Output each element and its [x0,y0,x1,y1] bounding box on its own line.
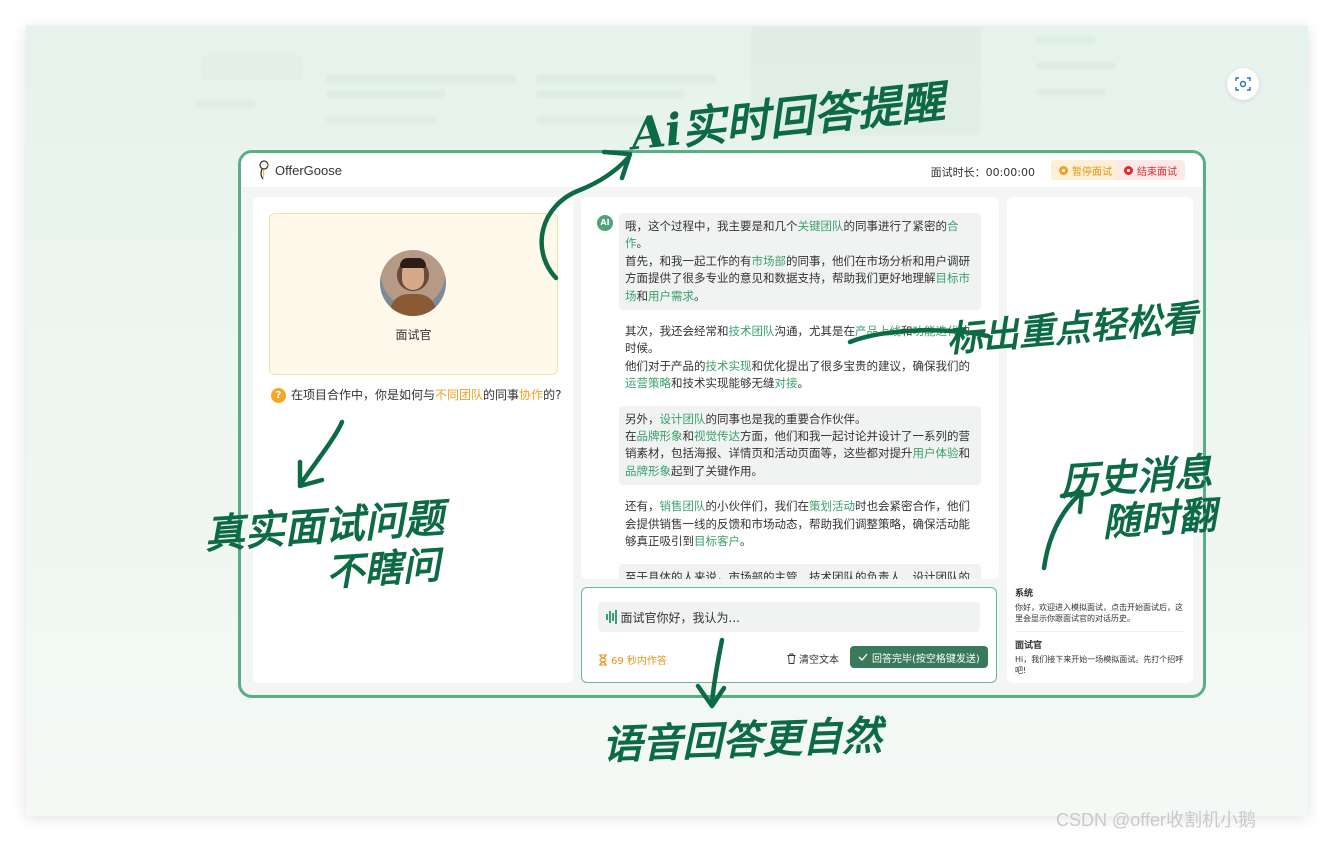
annotation-real-question-2: 不瞎问 [324,542,442,595]
question-text-1: 在项目合作中，你是如何与 [291,388,436,402]
app-logo: OfferGoose [257,160,342,180]
history-item-title: 面试官 [1015,641,1043,651]
ai-icon: AI [597,215,613,231]
top-bar: OfferGoose 面试时长：00:00:00 暂停面试 结束面试 [241,153,1203,187]
highlighted-keyword: 策划活动 [809,499,855,514]
interview-window: OfferGoose 面试时长：00:00:00 暂停面试 结束面试 面试官 ?… [238,150,1206,698]
history-item-text: Hi，我们接下来开始一场模拟面试。先打个招呼吧! [1015,655,1184,675]
question-keyword: 协作 [519,388,544,402]
current-question: ? 在项目合作中，你是如何与不同团队的同事协作的? [271,387,581,404]
goose-logo-icon [259,160,271,180]
highlighted-keyword: 设计团队 [659,411,706,426]
annotation-history-2: 随时翻 [1100,492,1218,545]
highlighted-keyword: 技术团队 [728,324,775,339]
history-item-text: 你好，欢迎进入模拟面试，点击开始面试后，这里会显示你跟面试官的对话历史。 [1015,603,1183,623]
history-item: 系统 你好，欢迎进入模拟面试，点击开始面试后，这里会显示你跟面试官的对话历史。 [1015,589,1185,624]
highlighted-keyword: 品牌形象 [625,463,671,478]
voice-answer-panel: 面试官你好，我认为... 69 秒内作答 清空文本 回答完毕(按空格键发送) [581,587,997,683]
highlighted-keyword: 品牌形象 [636,429,683,444]
submit-answer-button[interactable]: 回答完毕(按空格键发送) [850,646,988,668]
end-label: 结束面试 [1137,166,1177,178]
ai-answer-paragraph: 其次，我还会经常和技术团队沟通，尤其是在产品上线和功能迭代的时候。 他们对于产品的… [625,324,970,391]
question-text-2: 的同事 [483,388,520,402]
pause-icon [1059,165,1068,175]
highlighted-keyword: 对接 [774,376,798,391]
voice-wave-icon [606,610,617,624]
history-panel[interactable]: 系统 你好，欢迎进入模拟面试，点击开始面试后，这里会显示你跟面试官的对话历史。 … [1007,197,1193,683]
annotation-voice: 语音回答更自然 [601,712,883,769]
scan-icon [1235,77,1251,91]
interview-timer: 面试时长：00:00:00 [930,166,1035,179]
question-keyword: 不同团队 [435,388,484,402]
answer-text: 面试官你好，我认为... [620,610,740,625]
history-item-title: 系统 [1015,589,1034,599]
highlighted-keyword: 运营策略 [625,376,671,391]
highlighted-keyword: 关键团队 [797,219,844,233]
history-divider [1015,631,1185,632]
app-name: OfferGoose [275,162,342,178]
pause-interview-button[interactable]: 暂停面试 [1051,160,1120,180]
ai-answer-list: 哦，这个过程中，我主要是和几个关键团队的同事进行了紧密的合作。 首先，和我一起工作… [619,213,981,579]
end-interview-button[interactable]: 结束面试 [1116,160,1185,180]
trash-icon [787,653,796,664]
check-icon [858,653,868,661]
question-icon: ? [271,388,286,403]
ai-answer-panel[interactable]: AI 哦，这个过程中，我主要是和几个关键团队的同事进行了紧密的合作。 首先，和我一… [581,197,999,579]
submit-label: 回答完毕(按空格键发送) [872,653,980,665]
highlighted-keyword: 合作 [625,219,959,251]
ai-answer-paragraph: 至于具体的人来说，市场部的主管、技术团队的负责人、设计团队的美术设计师以及销售团… [619,563,981,579]
highlighted-keyword: 用户体验 [912,446,959,461]
highlighted-keyword: 视觉传达 [694,429,740,444]
highlighted-keyword: 技术实现 [705,358,752,373]
clear-text-button[interactable]: 清空文本 [787,651,839,666]
interviewer-panel: 面试官 ? 在项目合作中，你是如何与不同团队的同事协作的? [253,197,573,683]
highlighted-keyword: 销售团队 [659,499,706,514]
highlighted-keyword: 产品上线 [855,324,901,339]
csdn-watermark: CSDN @offer收割机小鹅 [1056,810,1256,830]
countdown-text: 69 秒内作答 [611,656,667,667]
interviewer-card: 面试官 [269,213,558,375]
hourglass-icon [599,653,607,666]
ai-answer-paragraph: 哦，这个过程中，我主要是和几个关键团队的同事进行了紧密的合作。 首先，和我一起工作… [619,213,981,311]
stop-icon [1124,165,1133,175]
pause-label: 暂停面试 [1072,166,1112,178]
clear-label: 清空文本 [799,655,839,666]
ai-answer-paragraph: 另外，设计团队的同事也是我的重要合作伙伴。 在品牌形象和视觉传达方面，他们和我一起… [619,405,981,486]
highlighted-keyword: 目标客户 [694,534,740,549]
highlighted-keyword: 用户需求 [648,288,694,303]
interviewer-avatar [380,250,446,316]
screenshot-scan-button[interactable] [1227,68,1259,100]
highlighted-keyword: 市场部 [751,253,787,268]
ai-answer-paragraph: 还有，销售团队的小伙伴们，我们在策划活动时也会紧密合作，他们会提供销售一线的反馈… [625,499,970,549]
interviewer-label: 面试官 [395,328,432,342]
history-item: 面试官 Hi，我们接下来开始一场模拟面试。先打个招呼吧! [1015,641,1185,676]
answer-input[interactable]: 面试官你好，我认为... [598,602,980,632]
answer-countdown: 69 秒内作答 [598,652,667,667]
question-text-3: 的? [543,388,562,402]
